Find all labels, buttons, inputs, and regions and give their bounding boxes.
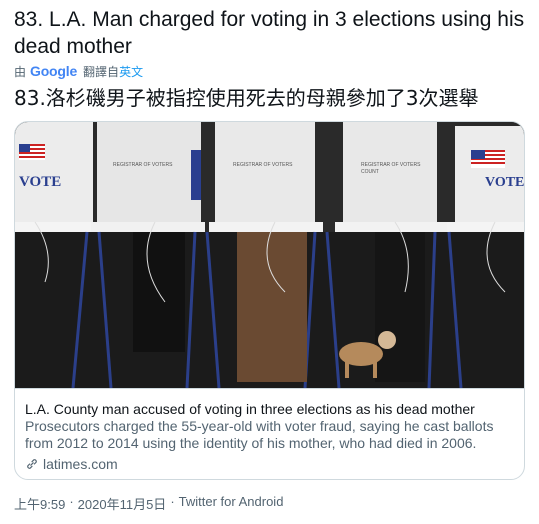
link-card[interactable]: VOTE REGISTRAR OF VOTERS REGISTRAR OF VO… [14, 121, 525, 480]
translation-attribution: 由 Google 翻譯自 英文 [14, 62, 143, 80]
card-meta[interactable]: L.A. County man accused of voting in thr… [15, 388, 524, 479]
vote-sign-left: VOTE [19, 174, 61, 190]
translation-action: 翻譯自 [83, 64, 120, 79]
tweet-meta: 上午9:59 · 2020年11月5日 · Twitter for Androi… [14, 494, 283, 513]
registrar-sign-1: REGISTRAR OF VOTERS [113, 162, 173, 168]
google-logo-text: Google [30, 63, 78, 79]
translated-text: 83.洛杉磯男子被指控使用死去的母親參加了3次選舉 [14, 86, 479, 110]
registrar-sign-3-line2: COUNT [361, 169, 379, 175]
registrar-sign-3: REGISTRAR OF VOTERS [361, 162, 421, 168]
tweet-source[interactable]: Twitter for Android [179, 494, 284, 513]
flag-icon [19, 144, 45, 160]
card-title: L.A. County man accused of voting in thr… [25, 401, 475, 417]
google-logo: Google [30, 63, 77, 79]
registrar-sign-2: REGISTRAR OF VOTERS [233, 162, 293, 168]
link-icon [27, 459, 37, 469]
card-description: Prosecutors charged the 55-year-old with… [25, 418, 494, 451]
tweet-text: 83. L.A. Man charged for voting in 3 ele… [14, 8, 525, 58]
meta-separator-2: · [170, 494, 175, 509]
card-domain-row: latimes.com [25, 454, 514, 474]
flag-icon-right [471, 150, 505, 168]
vote-sign-right: VOTE [485, 175, 524, 190]
translation-language-link[interactable]: 英文 [119, 63, 143, 80]
tweet-date[interactable]: 2020年11月5日 [78, 494, 167, 513]
translation-prefix: 由 [14, 64, 27, 79]
meta-separator: · [69, 494, 74, 509]
tweet-time[interactable]: 上午9:59 [14, 494, 65, 513]
card-domain: latimes.com [43, 456, 118, 472]
card-image[interactable]: VOTE REGISTRAR OF VOTERS REGISTRAR OF VO… [15, 122, 524, 388]
